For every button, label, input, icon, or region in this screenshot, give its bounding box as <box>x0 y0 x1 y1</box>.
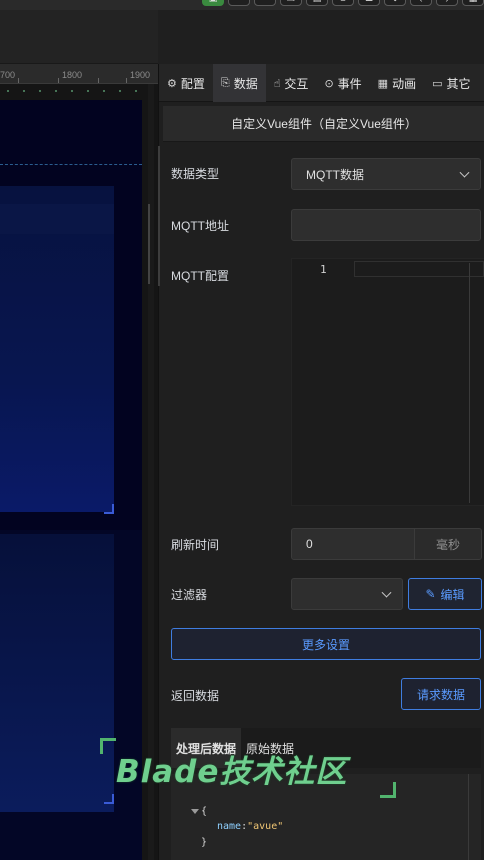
tab-other[interactable]: ▭ 其它 <box>424 64 478 102</box>
tab-label: 动画 <box>392 76 417 91</box>
resize-handle-icon[interactable] <box>104 794 114 804</box>
flip-icon[interactable]: ⇕ <box>384 0 406 6</box>
mouse-icon: ⊙ <box>324 77 334 90</box>
json-value: "avue" <box>247 821 284 832</box>
back-icon[interactable]: ‹ <box>410 0 432 6</box>
toolbar-buttons: ▣ ↶ ↷ ❐ ▤ ≡ ☰ ⇕ ‹ › ▦ <box>202 0 484 6</box>
tab-label: 事件 <box>337 76 362 91</box>
ruler-tick: 700 <box>0 70 16 80</box>
widget-content-band <box>0 204 114 234</box>
grid-icon[interactable]: ▦ <box>462 0 484 6</box>
distribute-icon[interactable]: ☰ <box>358 0 380 6</box>
mqtt-config-editor[interactable]: 1 <box>291 258 484 506</box>
watermark-bracket <box>100 738 116 754</box>
property-panel: ⚙ 配置 ⎘ 数据 ☝ 交互 ⊙ 事件 ▦ 动画 ▭ 其它 自定义Vue组件（自定义Vue组… <box>158 64 484 860</box>
chevron-down-icon <box>459 167 470 178</box>
design-canvas[interactable] <box>0 84 158 860</box>
refresh-value: 0 <box>306 537 313 551</box>
more-settings-button[interactable]: 更多设置 <box>171 628 481 660</box>
tab-label: 数据 <box>233 76 258 91</box>
undo-icon[interactable]: ↶ <box>228 0 250 6</box>
scrollbar-thumb[interactable] <box>148 204 150 284</box>
mqtt-address-input[interactable] <box>291 209 481 241</box>
pencil-icon: ✎ <box>425 587 436 601</box>
widget-content <box>0 534 114 812</box>
tab-label: 交互 <box>284 76 309 91</box>
current-line <box>354 261 484 277</box>
tab-animation[interactable]: ▦ 动画 <box>370 64 424 102</box>
json-key: name <box>217 821 242 832</box>
line-number: 1 <box>320 263 327 276</box>
paste-icon[interactable]: ▤ <box>306 0 328 6</box>
data-type-value: MQTT数据 <box>306 167 364 182</box>
redo-icon[interactable]: ↷ <box>254 0 276 6</box>
json-close-brace: } <box>201 837 208 848</box>
guide-line <box>0 164 142 165</box>
data-type-label: 数据类型 <box>171 167 220 181</box>
edit-button[interactable]: ✎ 编辑 <box>408 578 482 610</box>
ruler-tick: 1800 <box>62 70 83 80</box>
watermark-bracket <box>380 782 396 798</box>
canvas-subbar <box>0 10 158 64</box>
canvas-widget[interactable] <box>0 530 142 860</box>
ruler-mark <box>58 78 59 83</box>
ruler-tick: 1900 <box>130 70 151 80</box>
refresh-input[interactable]: 0 <box>291 528 415 560</box>
json-scrollbar[interactable] <box>468 774 469 860</box>
canvas-grid-dots <box>0 90 150 92</box>
hand-icon: ☝ <box>273 77 281 90</box>
widget-content <box>0 186 114 512</box>
canvas-scrollbar[interactable] <box>148 84 154 860</box>
json-entry: name:"avue" <box>217 821 284 832</box>
panel-tabs: ⚙ 配置 ⎘ 数据 ☝ 交互 ⊙ 事件 ▦ 动画 ▭ 其它 <box>159 64 484 102</box>
canvas-widget[interactable] <box>0 100 142 530</box>
data-icon: ⎘ <box>220 76 230 89</box>
return-data-label: 返回数据 <box>171 689 220 703</box>
chevron-down-icon <box>381 587 392 598</box>
panel-divider[interactable] <box>158 146 160 286</box>
refresh-unit: 毫秒 <box>414 528 482 560</box>
preview-icon[interactable]: ▣ <box>202 0 224 6</box>
top-toolbar: ▣ ↶ ↷ ❐ ▤ ≡ ☰ ⇕ ‹ › ▦ <box>0 0 484 10</box>
copy-icon[interactable]: ❐ <box>280 0 302 6</box>
tab-interaction[interactable]: ☝ 交互 <box>266 64 317 102</box>
json-open-brace: { <box>201 806 208 817</box>
component-title: 自定义Vue组件（自定义Vue组件） <box>163 106 484 142</box>
watermark-text: Blade技术社区 <box>116 754 348 790</box>
tab-data[interactable]: ⎘ 数据 <box>212 64 266 102</box>
editor-scrollbar[interactable] <box>469 263 470 503</box>
mqtt-config-label: MQTT配置 <box>171 269 229 283</box>
refresh-label: 刷新时间 <box>171 538 220 552</box>
gear-icon: ⚙ <box>167 77 177 90</box>
request-data-button[interactable]: 请求数据 <box>401 678 481 710</box>
horizontal-ruler: 700 1800 1900 <box>0 64 158 84</box>
forward-icon[interactable]: › <box>436 0 458 6</box>
data-type-select[interactable]: MQTT数据 <box>291 158 481 190</box>
align-icon[interactable]: ≡ <box>332 0 354 6</box>
folder-icon: ▭ <box>432 77 443 90</box>
tab-label: 配置 <box>180 76 205 91</box>
resize-handle-icon[interactable] <box>104 504 114 514</box>
filter-select[interactable] <box>291 578 403 610</box>
film-icon: ▦ <box>377 77 389 90</box>
tab-events[interactable]: ⊙ 事件 <box>316 64 369 102</box>
filter-label: 过滤器 <box>171 588 208 602</box>
app-root: ▣ ↶ ↷ ❐ ▤ ≡ ☰ ⇕ ‹ › ▦ 700 1800 1900 <box>0 0 484 860</box>
edit-button-label: 编辑 <box>440 587 465 602</box>
ruler-mark <box>126 78 127 83</box>
ruler-mark <box>98 78 99 83</box>
collapse-triangle-icon[interactable] <box>191 809 199 814</box>
ruler-mark <box>18 78 19 83</box>
tab-config[interactable]: ⚙ 配置 <box>159 64 213 102</box>
tab-label: 其它 <box>446 76 471 91</box>
mqtt-address-label: MQTT地址 <box>171 219 229 233</box>
